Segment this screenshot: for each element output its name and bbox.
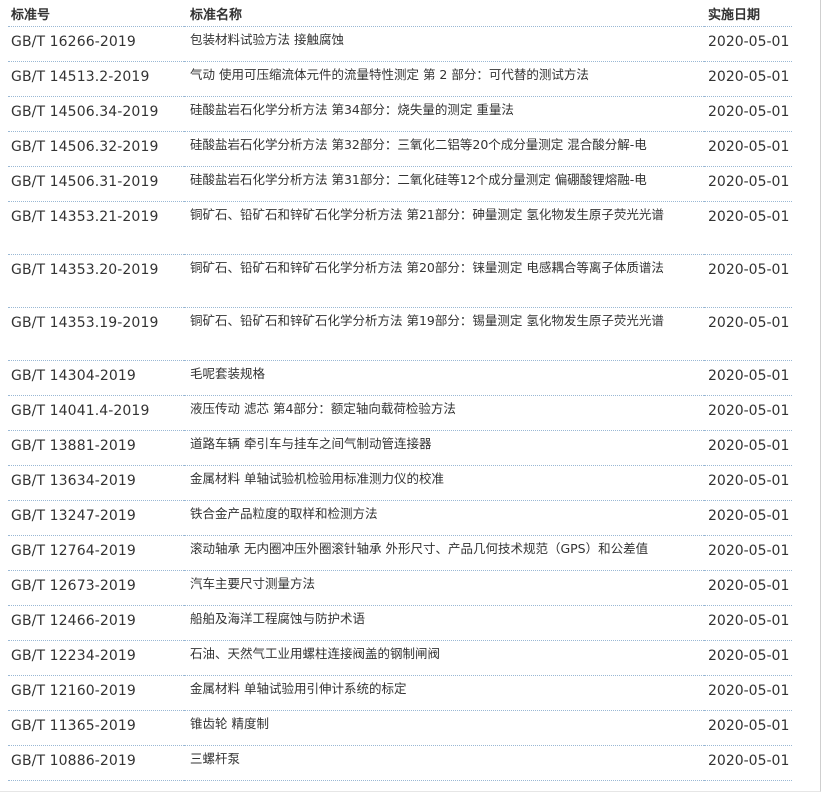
standard-code: GB/T 14353.20-2019 [8,254,184,308]
standards-table: 标准号 标准名称 实施日期 GB/T 16266-2019 包装材料试验方法 接触… [8,0,792,781]
implementation-date: 2020-05-01 [704,640,792,676]
implementation-date: 2020-05-01 [704,254,792,308]
standard-name-link[interactable]: 锥齿轮 精度制 [184,710,704,746]
table-row: GB/T 14513.2-2019 气动 使用可压缩流体元件的流量特性测定 第 2… [8,61,792,97]
implementation-date: 2020-05-01 [704,360,792,396]
implementation-date: 2020-05-01 [704,500,792,536]
header-name: 标准名称 [184,0,704,27]
standard-name-link[interactable]: 铁合金产品粒度的取样和检测方法 [184,500,704,536]
standard-name-link[interactable]: 气动 使用可压缩流体元件的流量特性测定 第 2 部分：可代替的测试方法 [184,61,704,97]
standard-code: GB/T 12160-2019 [8,675,184,711]
standard-code: GB/T 14506.31-2019 [8,166,184,202]
standard-name-link[interactable]: 毛呢套装规格 [184,360,704,396]
standard-code: GB/T 11365-2019 [8,710,184,746]
table-row: GB/T 12234-2019 石油、天然气工业用螺柱连接阀盖的钢制闸阀 2020-… [8,640,792,676]
standard-name-link[interactable]: 三螺杆泵 [184,745,704,781]
table-row: GB/T 13634-2019 金属材料 单轴试验机检验用标准测力仪的校准 2020… [8,465,792,501]
table-row: GB/T 13881-2019 道路车辆 牵引车与挂车之间气制动管连接器 2020-… [8,430,792,466]
implementation-date: 2020-05-01 [704,395,792,431]
table-row: GB/T 11365-2019 锥齿轮 精度制 2020-05-01 [8,710,792,746]
standard-code: GB/T 13881-2019 [8,430,184,466]
implementation-date: 2020-05-01 [704,430,792,466]
table-row: GB/T 14506.32-2019 硅酸盐岩石化学分析方法 第32部分：三氧化二… [8,131,792,167]
implementation-date: 2020-05-01 [704,710,792,746]
standard-code: GB/T 14506.34-2019 [8,96,184,132]
standard-name-link[interactable]: 道路车辆 牵引车与挂车之间气制动管连接器 [184,430,704,466]
standard-name-link[interactable]: 液压传动 滤芯 第4部分：额定轴向载荷检验方法 [184,395,704,431]
table-row: GB/T 14353.21-2019 铜矿石、铅矿石和锌矿石化学分析方法 第21部… [8,201,792,255]
implementation-date: 2020-05-01 [704,570,792,606]
table-header-row: 标准号 标准名称 实施日期 [8,0,792,27]
standard-code: GB/T 14353.21-2019 [8,201,184,255]
table-row: GB/T 12673-2019 汽车主要尺寸测量方法 2020-05-01 [8,570,792,606]
standard-name-link[interactable]: 硅酸盐岩石化学分析方法 第34部分：烧失量的测定 重量法 [184,96,704,132]
standard-name-link[interactable]: 汽车主要尺寸测量方法 [184,570,704,606]
standard-code: GB/T 12234-2019 [8,640,184,676]
implementation-date: 2020-05-01 [704,605,792,641]
standard-code: GB/T 14353.19-2019 [8,307,184,361]
standard-name-link[interactable]: 船舶及海洋工程腐蚀与防护术语 [184,605,704,641]
standard-code: GB/T 13634-2019 [8,465,184,501]
standard-name-link[interactable]: 铜矿石、铅矿石和锌矿石化学分析方法 第21部分：砷量测定 氢化物发生原子荧光光谱 [184,201,704,255]
table-row: GB/T 14506.31-2019 硅酸盐岩石化学分析方法 第31部分：二氧化硅… [8,166,792,202]
implementation-date: 2020-05-01 [704,61,792,97]
standard-name-link[interactable]: 滚动轴承 无内圈冲压外圈滚针轴承 外形尺寸、产品几何技术规范（GPS）和公差值 [184,535,704,571]
standard-code: GB/T 12764-2019 [8,535,184,571]
implementation-date: 2020-05-01 [704,96,792,132]
header-date: 实施日期 [704,0,792,27]
implementation-date: 2020-05-01 [704,26,792,62]
standard-code: GB/T 13247-2019 [8,500,184,536]
table-row: GB/T 12466-2019 船舶及海洋工程腐蚀与防护术语 2020-05-01 [8,605,792,641]
standard-code: GB/T 14304-2019 [8,360,184,396]
table-row: GB/T 13247-2019 铁合金产品粒度的取样和检测方法 2020-05-01 [8,500,792,536]
standard-name-link[interactable]: 硅酸盐岩石化学分析方法 第32部分：三氧化二铝等20个成分量测定 混合酸分解-电 [184,131,704,167]
standard-code: GB/T 14041.4-2019 [8,395,184,431]
standard-name-link[interactable]: 铜矿石、铅矿石和锌矿石化学分析方法 第19部分：锡量测定 氢化物发生原子荧光光谱 [184,307,704,361]
table-row: GB/T 16266-2019 包装材料试验方法 接触腐蚀 2020-05-01 [8,26,792,62]
standard-name-link[interactable]: 包装材料试验方法 接触腐蚀 [184,26,704,62]
implementation-date: 2020-05-01 [704,465,792,501]
standard-code: GB/T 12466-2019 [8,605,184,641]
table-row: GB/T 14353.20-2019 铜矿石、铅矿石和锌矿石化学分析方法 第20部… [8,254,792,308]
table-row: GB/T 14304-2019 毛呢套装规格 2020-05-01 [8,360,792,396]
standard-code: GB/T 12673-2019 [8,570,184,606]
standard-name-link[interactable]: 铜矿石、铅矿石和锌矿石化学分析方法 第20部分：铼量测定 电感耦合等离子体质谱法 [184,254,704,308]
table-row: GB/T 12764-2019 滚动轴承 无内圈冲压外圈滚针轴承 外形尺寸、产品几… [8,535,792,571]
header-code: 标准号 [8,0,184,27]
table-row: GB/T 14041.4-2019 液压传动 滤芯 第4部分：额定轴向载荷检验方法… [8,395,792,431]
table-row: GB/T 10886-2019 三螺杆泵 2020-05-01 [8,745,792,781]
implementation-date: 2020-05-01 [704,745,792,781]
implementation-date: 2020-05-01 [704,307,792,361]
table-row: GB/T 12160-2019 金属材料 单轴试验用引伸计系统的标定 2020-05… [8,675,792,711]
implementation-date: 2020-05-01 [704,131,792,167]
table-row: GB/T 14353.19-2019 铜矿石、铅矿石和锌矿石化学分析方法 第19部… [8,307,792,361]
implementation-date: 2020-05-01 [704,675,792,711]
implementation-date: 2020-05-01 [704,166,792,202]
standard-name-link[interactable]: 金属材料 单轴试验用引伸计系统的标定 [184,675,704,711]
standard-code: GB/T 14506.32-2019 [8,131,184,167]
standard-name-link[interactable]: 硅酸盐岩石化学分析方法 第31部分：二氧化硅等12个成分量测定 偏硼酸锂熔融-电 [184,166,704,202]
table-row: GB/T 14506.34-2019 硅酸盐岩石化学分析方法 第34部分：烧失量的… [8,96,792,132]
implementation-date: 2020-05-01 [704,201,792,255]
standard-name-link[interactable]: 石油、天然气工业用螺柱连接阀盖的钢制闸阀 [184,640,704,676]
standard-code: GB/T 10886-2019 [8,745,184,781]
standard-name-link[interactable]: 金属材料 单轴试验机检验用标准测力仪的校准 [184,465,704,501]
standard-code: GB/T 14513.2-2019 [8,61,184,97]
implementation-date: 2020-05-01 [704,535,792,571]
standard-code: GB/T 16266-2019 [8,26,184,62]
